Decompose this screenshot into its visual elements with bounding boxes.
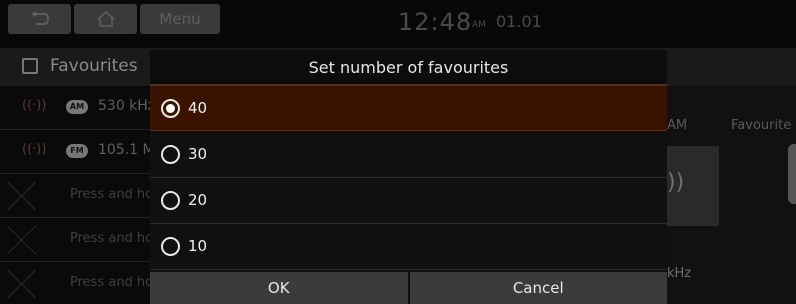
empty-favourite-row[interactable]: Press and hold	[0, 174, 165, 218]
station-frequency: 530 kHz	[98, 98, 156, 114]
option-label: 30	[188, 145, 208, 163]
clock-time: 12:48	[398, 8, 473, 36]
empty-favourite-row[interactable]: Press and hold	[0, 218, 165, 262]
favourite-button[interactable]: Favourite	[731, 118, 791, 133]
empty-favourite-row[interactable]: Press and hold	[0, 262, 165, 304]
empty-slot-icon	[4, 222, 40, 258]
ok-button[interactable]: OK	[150, 272, 408, 304]
favourites-icon	[22, 58, 38, 74]
home-icon	[96, 11, 115, 27]
side-panel-handle[interactable]	[788, 144, 796, 204]
option-label: 20	[188, 191, 208, 209]
clock-ampm: AM	[472, 20, 486, 30]
option-label: 40	[188, 99, 208, 117]
favourite-row[interactable]: ((·)) AM 530 kHz	[0, 86, 155, 130]
option-30[interactable]: 30	[150, 132, 667, 178]
empty-slot-icon	[4, 178, 40, 214]
cancel-button[interactable]: Cancel	[409, 272, 667, 304]
radio-icon	[161, 191, 180, 210]
broadcast-icon: ))	[667, 170, 685, 195]
back-button[interactable]	[8, 4, 71, 34]
now-playing-panel: AM Favourite )) kHz	[667, 86, 796, 304]
back-icon	[30, 11, 49, 25]
favourite-row[interactable]: ((·)) FM 105.1 MHz	[0, 130, 172, 174]
option-label: 10	[188, 237, 208, 255]
clock-date: 01.01	[496, 12, 542, 31]
band-badge: FM	[66, 144, 88, 158]
radio-icon	[161, 145, 180, 164]
dialog-buttons: OK Cancel	[150, 272, 667, 304]
radio-selected-icon	[161, 99, 180, 118]
empty-slot-icon	[4, 266, 40, 302]
list-title: Favourites	[50, 56, 138, 76]
favourites-count-dialog: Set number of favourites 40 30 20 10 OK …	[150, 50, 667, 304]
frequency-unit: kHz	[667, 266, 692, 281]
radio-icon	[161, 237, 180, 256]
home-button[interactable]	[74, 4, 137, 34]
signal-icon: ((·))	[22, 142, 47, 157]
option-40[interactable]: 40	[150, 85, 667, 131]
dialog-title: Set number of favourites	[150, 50, 667, 85]
menu-button[interactable]: Menu	[140, 4, 220, 34]
option-10[interactable]: 10	[150, 224, 667, 270]
status-bar: Menu 12:48 AM 01.01	[0, 0, 796, 46]
signal-icon: ((·))	[22, 98, 47, 113]
option-20[interactable]: 20	[150, 178, 667, 224]
band-badge: AM	[66, 100, 88, 114]
band-label: AM	[667, 118, 688, 133]
